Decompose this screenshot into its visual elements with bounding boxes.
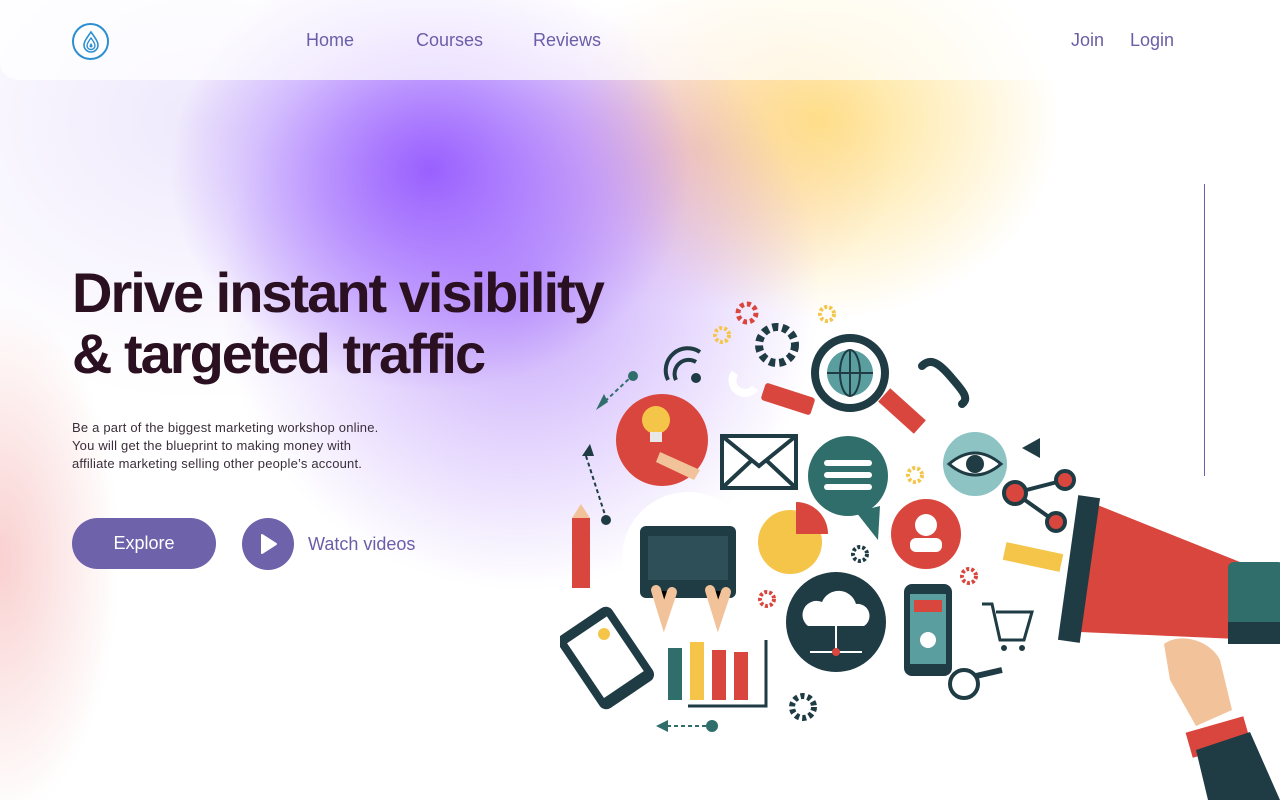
bar-chart-icon	[656, 640, 768, 732]
play-button[interactable]	[242, 518, 294, 570]
join-link[interactable]: Join	[1071, 30, 1104, 51]
logo[interactable]	[72, 23, 109, 60]
nav-home[interactable]: Home	[306, 30, 354, 51]
pencil-icon	[572, 504, 590, 588]
wifi-icon	[663, 346, 702, 383]
login-link[interactable]: Login	[1130, 30, 1174, 51]
magnifier-icon	[948, 667, 1003, 700]
laptop-icon	[622, 492, 754, 633]
nav-courses[interactable]: Courses	[416, 30, 483, 51]
shopping-cart-icon	[982, 602, 1034, 651]
lightbulb-icon	[616, 394, 708, 486]
megaphone-icon	[1057, 495, 1280, 800]
cloud-icon	[786, 572, 886, 672]
watch-videos-label: Watch videos	[308, 533, 416, 554]
hero-description-line-1: Be a part of the biggest marketing works…	[72, 420, 379, 435]
hero-description: Be a part of the biggest marketing works…	[72, 419, 452, 473]
share-icon	[1002, 469, 1076, 533]
top-nav: Home Courses Reviews Join Login	[0, 0, 1280, 80]
smartphone-icon	[904, 584, 952, 676]
play-icon	[261, 534, 277, 554]
hero-description-line-3: affiliate marketing selling other people…	[72, 456, 363, 471]
water-drop-icon	[82, 30, 99, 53]
envelope-icon	[720, 434, 798, 490]
hero-description-line-2: You will get the blueprint to making mon…	[72, 438, 352, 453]
eye-icon	[943, 432, 1007, 496]
person-icon	[891, 499, 961, 569]
globe-magnifier-icon	[811, 334, 926, 434]
phone-handset-icon	[918, 357, 970, 408]
tablet-icon	[560, 606, 655, 710]
pie-chart-icon	[758, 502, 828, 574]
nav-reviews[interactable]: Reviews	[533, 30, 601, 51]
marketing-illustration	[560, 301, 1280, 800]
explore-button[interactable]: Explore	[72, 518, 216, 569]
watch-videos-button[interactable]: Watch videos	[242, 518, 415, 570]
